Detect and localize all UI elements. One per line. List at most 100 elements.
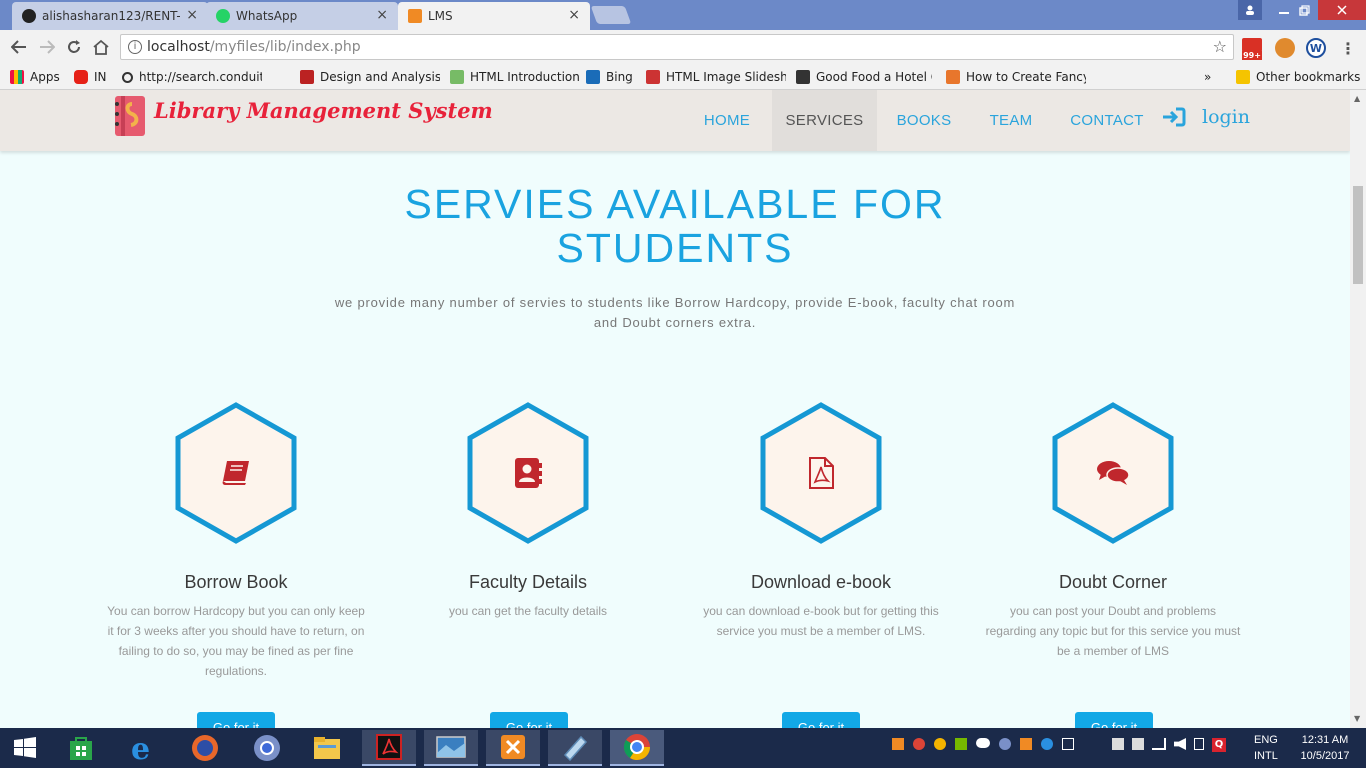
system-tray-icons bbox=[892, 738, 1122, 750]
tab-whatsapp[interactable]: WhatsApp × bbox=[206, 2, 398, 30]
battery-icon[interactable] bbox=[1194, 738, 1204, 750]
go-for-it-button-doubt[interactable]: Go for it bbox=[1075, 712, 1153, 728]
bookmark-html-intro[interactable]: HTML Introduction bbox=[450, 69, 580, 85]
restore-icon[interactable] bbox=[1286, 0, 1322, 20]
xampp-tray-icon[interactable] bbox=[1020, 738, 1032, 750]
other-bookmarks[interactable]: Other bookmarks bbox=[1236, 69, 1360, 85]
browser-tab-strip: alishasharan123/RENT-IT × WhatsApp × LMS… bbox=[0, 0, 1366, 30]
svg-text:e: e bbox=[131, 733, 150, 763]
windows-taskbar: e Q ENG INTL 12:31 AM 10/5/2017 bbox=[0, 728, 1366, 768]
tab-title: WhatsApp bbox=[236, 9, 298, 23]
service-title: Borrow Book bbox=[184, 572, 288, 592]
close-tab-icon[interactable]: × bbox=[186, 7, 198, 23]
nav-contact[interactable]: CONTACT bbox=[1064, 90, 1150, 151]
bookmark-good-food[interactable]: Good Food a Hotel C bbox=[796, 69, 932, 85]
xampp-tray-icon[interactable] bbox=[892, 738, 904, 750]
photos-app-icon[interactable] bbox=[424, 730, 478, 766]
go-for-it-button-ebook[interactable]: Go for it bbox=[782, 712, 860, 728]
language-code: ENG bbox=[1254, 734, 1278, 746]
quickheal-icon[interactable]: Q bbox=[1212, 738, 1226, 752]
chrome-canary-icon[interactable] bbox=[240, 730, 294, 766]
more-bookmarks-button[interactable]: » bbox=[1204, 69, 1211, 85]
back-icon[interactable] bbox=[8, 36, 30, 58]
scrollbar-thumb[interactable] bbox=[1353, 186, 1363, 284]
bookmark-conduit[interactable]: http://search.conduit bbox=[122, 69, 262, 85]
extension-icon[interactable] bbox=[1275, 38, 1295, 58]
forward-icon[interactable] bbox=[36, 36, 58, 58]
bookmark-in[interactable]: IN bbox=[74, 69, 107, 85]
bookmark-star-icon[interactable]: ☆ bbox=[1213, 37, 1227, 56]
menu-icon[interactable]: ⋮ bbox=[1338, 38, 1358, 58]
chat-bubbles-icon bbox=[1095, 455, 1131, 491]
tab-github[interactable]: alishasharan123/RENT-IT × bbox=[12, 2, 208, 30]
user-icon[interactable] bbox=[1238, 0, 1262, 20]
tab-lms[interactable]: LMS × bbox=[398, 2, 590, 30]
bookmark-design-analysis[interactable]: Design and Analysis o bbox=[300, 69, 440, 85]
network-icon[interactable] bbox=[1062, 738, 1074, 750]
page-viewport: Library Management System HOME SERVICES … bbox=[0, 90, 1350, 728]
close-tab-icon[interactable]: × bbox=[568, 7, 580, 23]
bookmark-apps[interactable]: Apps bbox=[10, 69, 60, 85]
tab-title: LMS bbox=[428, 9, 453, 23]
nav-services[interactable]: SERVICES bbox=[772, 90, 877, 151]
notes-app-icon[interactable] bbox=[548, 730, 602, 766]
close-tab-icon[interactable]: × bbox=[376, 7, 388, 23]
input-language[interactable]: ENG INTL bbox=[1254, 732, 1278, 764]
service-description: you can get the faculty details bbox=[448, 604, 608, 618]
chrome-icon[interactable] bbox=[610, 730, 664, 766]
keyboard-layout: INTL bbox=[1254, 750, 1278, 762]
reload-icon[interactable] bbox=[63, 36, 85, 58]
info-icon[interactable]: i bbox=[128, 40, 142, 54]
nav-home[interactable]: HOME bbox=[694, 90, 760, 151]
go-for-it-button-borrow[interactable]: Go for it bbox=[197, 712, 275, 728]
home-icon[interactable] bbox=[90, 36, 112, 58]
scroll-down-icon[interactable]: ▼ bbox=[1354, 714, 1360, 723]
services-subtitle: we provide many number of servies to stu… bbox=[334, 295, 1016, 330]
nav-team[interactable]: TEAM bbox=[982, 90, 1040, 151]
security-icon[interactable] bbox=[1132, 738, 1144, 750]
bookmark-html-slideshow[interactable]: HTML Image Slidesho bbox=[646, 69, 786, 85]
scroll-up-icon[interactable]: ▲ bbox=[1354, 94, 1360, 103]
windows-logo-icon bbox=[14, 737, 36, 758]
system-clock[interactable]: 12:31 AM 10/5/2017 bbox=[1290, 732, 1360, 764]
nav-books[interactable]: BOOKS bbox=[890, 90, 958, 151]
close-window-icon[interactable] bbox=[1318, 0, 1366, 20]
page-scrollbar[interactable]: ▲ ▼ bbox=[1350, 90, 1366, 728]
new-tab-button[interactable] bbox=[590, 6, 632, 24]
edge-browser-icon[interactable]: e bbox=[116, 730, 170, 766]
firefox-icon[interactable] bbox=[178, 730, 232, 766]
bookmark-bing[interactable]: Bing bbox=[586, 69, 633, 85]
bookmark-label: Other bookmarks bbox=[1256, 70, 1361, 84]
bookmark-fancy[interactable]: How to Create Fancy bbox=[946, 69, 1086, 85]
xampp-icon bbox=[408, 9, 422, 23]
chrome-tray-icon[interactable] bbox=[934, 738, 946, 750]
store-app-icon[interactable] bbox=[54, 730, 108, 766]
start-button[interactable] bbox=[0, 730, 50, 766]
xampp-icon[interactable] bbox=[486, 730, 540, 766]
site-logo-text[interactable]: Library Management System bbox=[154, 98, 493, 123]
gmail-extension-icon[interactable]: 99+ bbox=[1242, 38, 1262, 60]
volume-icon[interactable] bbox=[1174, 738, 1186, 750]
wifi-signal-icon[interactable] bbox=[1152, 738, 1166, 750]
chrome-canary-tray-icon[interactable] bbox=[999, 738, 1011, 750]
bookmark-label: How to Create Fancy bbox=[966, 70, 1086, 84]
update-icon[interactable] bbox=[1041, 738, 1053, 750]
contact-card-icon bbox=[510, 455, 546, 491]
url-path: /myfiles/lib/index.php bbox=[209, 39, 361, 55]
chrome-tray-icon[interactable] bbox=[913, 738, 925, 750]
bookmark-label: Design and Analysis o bbox=[320, 70, 440, 84]
search-icon bbox=[122, 71, 133, 83]
onedrive-icon[interactable] bbox=[976, 738, 990, 748]
flag-icon[interactable] bbox=[1112, 738, 1124, 750]
file-explorer-icon[interactable] bbox=[300, 730, 354, 766]
service-title: Doubt Corner bbox=[1058, 572, 1168, 592]
go-for-it-button-faculty[interactable]: Go for it bbox=[490, 712, 568, 728]
login-link[interactable]: login bbox=[1162, 106, 1250, 128]
wordpress-extension-icon[interactable]: W bbox=[1306, 38, 1326, 58]
browser-toolbar: i localhost/myfiles/lib/index.php ☆ 99+ … bbox=[0, 30, 1366, 64]
logo-icon[interactable] bbox=[112, 94, 148, 138]
service-card-doubt-corner: Doubt Corner you can post your Doubt and… bbox=[978, 402, 1248, 661]
address-bar[interactable]: i localhost/myfiles/lib/index.php ☆ bbox=[120, 34, 1234, 60]
acrobat-reader-icon[interactable] bbox=[362, 730, 416, 766]
nvidia-icon[interactable] bbox=[955, 738, 967, 750]
